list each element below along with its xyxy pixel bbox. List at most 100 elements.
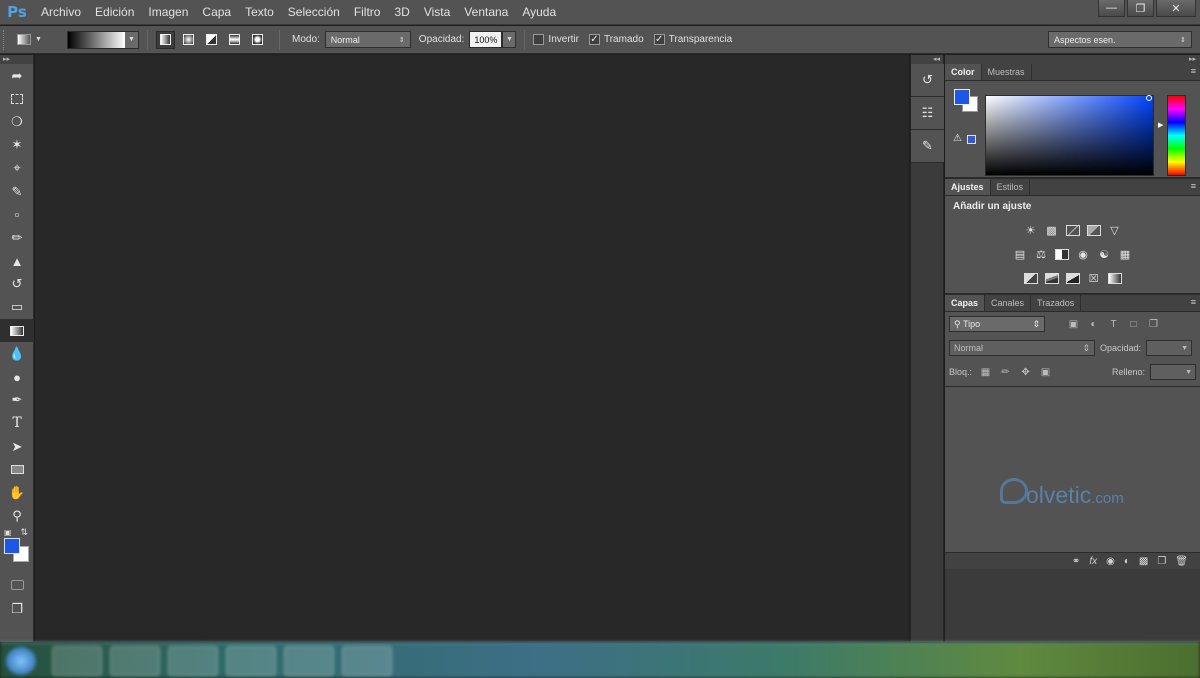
link-layers-icon[interactable]: ⚭ <box>1072 556 1080 567</box>
fill-input[interactable]: ▼ <box>1150 364 1196 380</box>
menu-ventana[interactable]: Ventana <box>457 0 515 25</box>
minimize-button[interactable]: — <box>1098 0 1125 17</box>
tool-preset-picker[interactable]: ▼ <box>17 29 53 51</box>
clone-stamp-tool[interactable]: ▲ <box>0 250 34 273</box>
levels-icon[interactable]: ▩ <box>1044 222 1060 238</box>
brightness-contrast-icon[interactable]: ☀ <box>1023 222 1039 238</box>
taskbar-app-1[interactable] <box>52 646 102 676</box>
smart-object-filter-icon[interactable]: ❐ <box>1147 318 1160 331</box>
default-colors-icon[interactable]: ▣ <box>4 528 12 537</box>
mode-select[interactable]: Normal ⇕ <box>324 31 411 48</box>
hue-slider[interactable] <box>1167 95 1186 176</box>
linear-gradient-button[interactable] <box>156 30 175 49</box>
quick-selection-tool[interactable]: ✶ <box>0 134 34 157</box>
black-white-icon[interactable] <box>1054 246 1070 262</box>
gradient-picker[interactable]: ▼ <box>67 30 139 49</box>
history-brush-tool[interactable]: ↺ <box>0 273 34 296</box>
taskbar-app-2[interactable] <box>110 646 160 676</box>
lock-transparent-icon[interactable]: ▦ <box>979 366 992 379</box>
menu-vista[interactable]: Vista <box>417 0 457 25</box>
restore-button[interactable]: ❐ <box>1127 0 1154 17</box>
taskbar-app-4[interactable] <box>226 646 276 676</box>
layer-opacity-input[interactable]: ▼ <box>1146 340 1193 356</box>
invert-icon[interactable] <box>1023 270 1039 286</box>
menu-imagen[interactable]: Imagen <box>141 0 195 25</box>
opacity-slider-button[interactable]: ▼ <box>502 31 517 48</box>
exposure-icon[interactable] <box>1086 222 1102 238</box>
document-canvas-area[interactable] <box>35 55 909 642</box>
tab-channels[interactable]: Canales <box>985 295 1032 311</box>
adjustment-filter-icon[interactable]: ◐ <box>1087 318 1100 331</box>
taskbar-app-3[interactable] <box>168 646 218 676</box>
tab-styles[interactable]: Estilos <box>991 179 1031 195</box>
eraser-tool[interactable]: ▭ <box>0 296 34 319</box>
type-tool[interactable]: T <box>0 412 34 435</box>
tab-layers[interactable]: Capas <box>945 295 986 311</box>
radial-gradient-button[interactable] <box>179 31 198 49</box>
menu-filtro[interactable]: Filtro <box>347 0 388 25</box>
new-adjustment-layer-icon[interactable]: ◐ <box>1124 556 1130 567</box>
gamut-warning-icon[interactable]: ⚠ <box>953 133 962 144</box>
vibrance-icon[interactable]: ▽ <box>1107 222 1123 238</box>
collapse-arrows-icon[interactable]: ▸▸ <box>0 55 33 64</box>
crop-tool[interactable]: ⌖ <box>0 157 34 180</box>
gradient-map-icon[interactable] <box>1107 270 1123 286</box>
gradient-tool[interactable] <box>0 319 34 343</box>
channel-mixer-icon[interactable]: ☯ <box>1096 246 1112 262</box>
panel-menu-icon[interactable]: ≡ <box>1191 181 1196 191</box>
posterize-icon[interactable] <box>1044 270 1060 286</box>
menu-edicion[interactable]: Edición <box>88 0 141 25</box>
info-panel-button[interactable]: ✎ <box>911 133 944 159</box>
pen-tool[interactable]: ✒ <box>0 389 34 412</box>
threshold-icon[interactable] <box>1065 270 1081 286</box>
color-lookup-icon[interactable]: ▦ <box>1117 246 1133 262</box>
quick-mask-button[interactable] <box>0 574 34 597</box>
curves-icon[interactable] <box>1065 222 1081 238</box>
opacity-input[interactable]: 100% <box>469 31 503 48</box>
hue-saturation-icon[interactable]: ▤ <box>1012 246 1028 262</box>
swap-colors-icon[interactable]: ⇅ <box>20 527 28 538</box>
workspace-select[interactable]: Aspectos esen. ⇕ <box>1048 31 1192 48</box>
panel-menu-icon[interactable]: ≡ <box>1191 297 1196 307</box>
eyedropper-tool[interactable]: ✎ <box>0 180 34 203</box>
history-panel-button[interactable]: ↺ <box>911 67 944 93</box>
foreground-color-swatch[interactable] <box>4 537 20 554</box>
collapse-arrows-icon[interactable]: ◂◂ <box>911 55 943 64</box>
dither-checkbox[interactable]: ✓ Tramado <box>588 34 644 45</box>
taskbar-app-6[interactable] <box>342 646 392 676</box>
web-safe-swatch[interactable] <box>967 135 976 144</box>
new-layer-icon[interactable]: ❐ <box>1157 556 1166 567</box>
lock-position-icon[interactable]: ✥ <box>1019 366 1032 379</box>
blur-tool[interactable]: 💧 <box>0 342 34 365</box>
tab-swatches[interactable]: Muestras <box>982 64 1032 80</box>
menu-seleccion[interactable]: Selección <box>281 0 347 25</box>
fx-icon[interactable]: fx <box>1089 556 1097 567</box>
taskbar-app-5[interactable] <box>284 646 334 676</box>
new-group-icon[interactable]: ▩ <box>1139 556 1148 567</box>
menu-ayuda[interactable]: Ayuda <box>515 0 563 25</box>
menu-archivo[interactable]: Archivo <box>34 0 88 25</box>
brush-tool[interactable]: ✏ <box>0 226 34 249</box>
lock-all-icon[interactable]: ▣ <box>1039 366 1052 379</box>
lock-image-icon[interactable]: ✏ <box>999 366 1012 379</box>
screen-mode-button[interactable]: ❐ <box>0 597 34 620</box>
path-selection-tool[interactable]: ➤ <box>0 435 34 458</box>
zoom-tool[interactable]: ⚲ <box>0 505 34 528</box>
tab-paths[interactable]: Trazados <box>1031 295 1082 311</box>
invert-checkbox[interactable]: Invertir <box>533 34 579 45</box>
options-grip[interactable] <box>3 29 9 50</box>
foreground-color-swatch[interactable] <box>954 89 970 105</box>
dodge-tool[interactable]: ● <box>0 365 34 388</box>
color-field[interactable] <box>985 95 1154 176</box>
start-button[interactable] <box>6 647 36 675</box>
marquee-tool[interactable] <box>0 87 34 110</box>
angle-gradient-button[interactable] <box>202 31 221 49</box>
tab-color[interactable]: Color <box>945 64 982 80</box>
tab-adjustments[interactable]: Ajustes <box>945 179 991 195</box>
photo-filter-icon[interactable]: ◉ <box>1075 246 1091 262</box>
transparency-checkbox[interactable]: ✓ Transparencia <box>653 34 732 45</box>
hand-tool[interactable]: ✋ <box>0 481 34 504</box>
color-balance-icon[interactable]: ⚖ <box>1033 246 1049 262</box>
close-button[interactable]: ✕ <box>1156 0 1196 17</box>
add-mask-icon[interactable]: ◉ <box>1106 556 1115 567</box>
